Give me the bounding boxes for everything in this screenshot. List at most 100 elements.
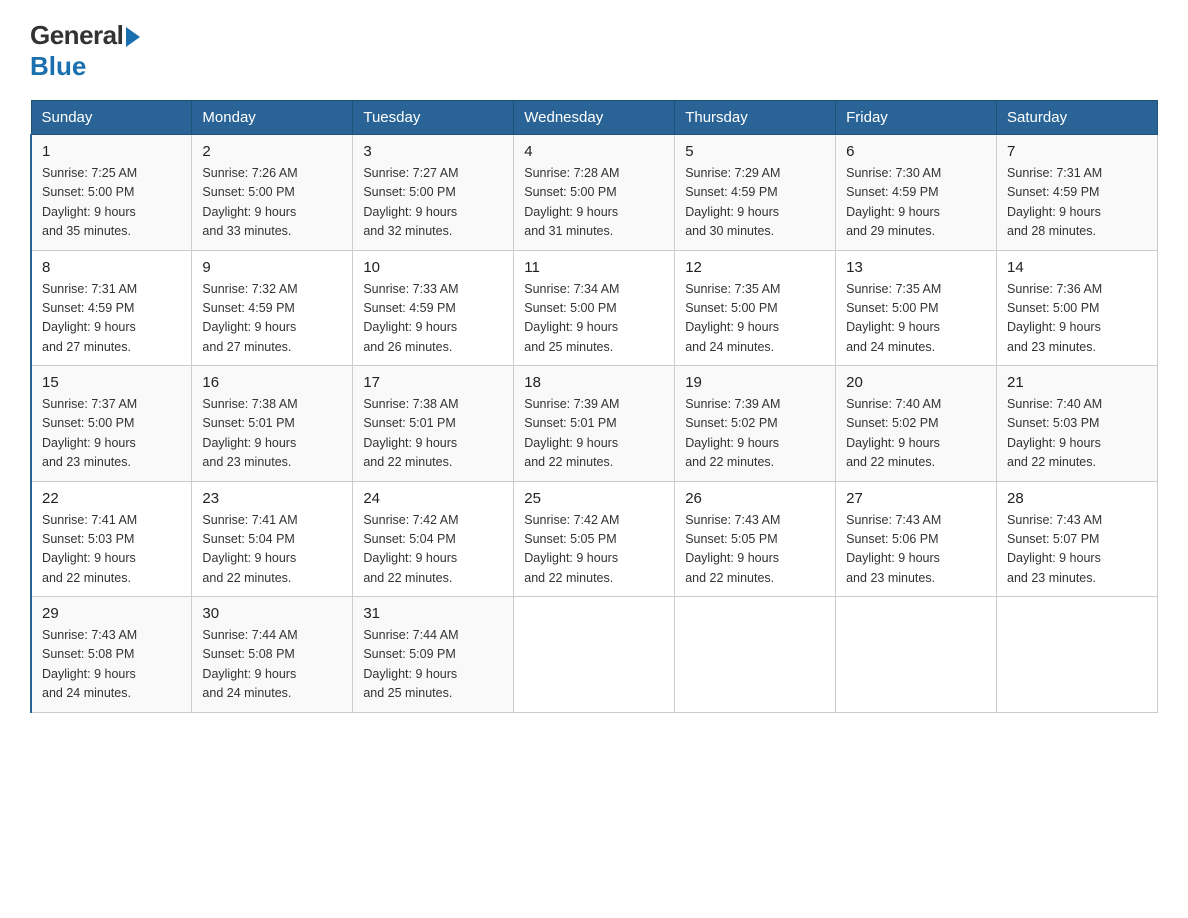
day-number: 29 xyxy=(42,605,181,622)
day-number: 4 xyxy=(524,143,664,160)
calendar-cell xyxy=(514,597,675,713)
calendar-cell: 20Sunrise: 7:40 AMSunset: 5:02 PMDayligh… xyxy=(836,366,997,482)
calendar-cell: 3 Sunrise: 7:27 AMSunset: 5:00 PMDaylight… xyxy=(353,135,514,251)
calendar-cell: 14 Sunrise: 7:36 AMSunset: 5:00 PMDayligh… xyxy=(997,250,1158,366)
day-info: Sunrise: 7:42 AMSunset: 5:05 PMDaylight:… xyxy=(524,511,664,589)
day-info: Sunrise: 7:38 AMSunset: 5:01 PMDaylight:… xyxy=(363,395,503,473)
calendar-cell xyxy=(997,597,1158,713)
day-info: Sunrise: 7:44 AMSunset: 5:09 PMDaylight:… xyxy=(363,626,503,704)
calendar-cell: 16 Sunrise: 7:38 AMSunset: 5:01 PMDayligh… xyxy=(192,366,353,482)
day-number: 19 xyxy=(685,374,825,391)
calendar-cell: 26 Sunrise: 7:43 AMSunset: 5:05 PMDayligh… xyxy=(675,481,836,597)
day-info: Sunrise: 7:31 AMSunset: 4:59 PMDaylight:… xyxy=(1007,164,1147,242)
day-number: 23 xyxy=(202,490,342,507)
day-info: Sunrise: 7:37 AMSunset: 5:00 PMDaylight:… xyxy=(42,395,181,473)
calendar-cell: 27Sunrise: 7:43 AMSunset: 5:06 PMDayligh… xyxy=(836,481,997,597)
calendar-cell: 23 Sunrise: 7:41 AMSunset: 5:04 PMDayligh… xyxy=(192,481,353,597)
calendar-table: SundayMondayTuesdayWednesdayThursdayFrid… xyxy=(30,100,1158,713)
header-saturday: Saturday xyxy=(997,101,1158,135)
week-row-2: 8 Sunrise: 7:31 AMSunset: 4:59 PMDaylight… xyxy=(31,250,1158,366)
day-info: Sunrise: 7:41 AMSunset: 5:03 PMDaylight:… xyxy=(42,511,181,589)
day-info: Sunrise: 7:34 AMSunset: 5:00 PMDaylight:… xyxy=(524,280,664,358)
calendar-cell: 1 Sunrise: 7:25 AMSunset: 5:00 PMDaylight… xyxy=(31,135,192,251)
day-info: Sunrise: 7:41 AMSunset: 5:04 PMDaylight:… xyxy=(202,511,342,589)
day-info: Sunrise: 7:31 AMSunset: 4:59 PMDaylight:… xyxy=(42,280,181,358)
day-info: Sunrise: 7:39 AMSunset: 5:01 PMDaylight:… xyxy=(524,395,664,473)
day-number: 26 xyxy=(685,490,825,507)
day-info: Sunrise: 7:42 AMSunset: 5:04 PMDaylight:… xyxy=(363,511,503,589)
day-info: Sunrise: 7:26 AMSunset: 5:00 PMDaylight:… xyxy=(202,164,342,242)
logo-arrow-icon xyxy=(126,27,140,47)
calendar-cell: 17Sunrise: 7:38 AMSunset: 5:01 PMDayligh… xyxy=(353,366,514,482)
day-info: Sunrise: 7:33 AMSunset: 4:59 PMDaylight:… xyxy=(363,280,503,358)
calendar-cell: 29Sunrise: 7:43 AMSunset: 5:08 PMDayligh… xyxy=(31,597,192,713)
logo-general-text: General xyxy=(30,20,123,51)
day-number: 6 xyxy=(846,143,986,160)
day-info: Sunrise: 7:39 AMSunset: 5:02 PMDaylight:… xyxy=(685,395,825,473)
day-number: 21 xyxy=(1007,374,1147,391)
calendar-cell: 9Sunrise: 7:32 AMSunset: 4:59 PMDaylight… xyxy=(192,250,353,366)
day-number: 16 xyxy=(202,374,342,391)
week-row-3: 15 Sunrise: 7:37 AMSunset: 5:00 PMDayligh… xyxy=(31,366,1158,482)
day-number: 5 xyxy=(685,143,825,160)
calendar-cell: 22Sunrise: 7:41 AMSunset: 5:03 PMDayligh… xyxy=(31,481,192,597)
week-row-5: 29Sunrise: 7:43 AMSunset: 5:08 PMDayligh… xyxy=(31,597,1158,713)
day-number: 28 xyxy=(1007,490,1147,507)
week-row-4: 22Sunrise: 7:41 AMSunset: 5:03 PMDayligh… xyxy=(31,481,1158,597)
day-info: Sunrise: 7:30 AMSunset: 4:59 PMDaylight:… xyxy=(846,164,986,242)
calendar-cell: 7 Sunrise: 7:31 AMSunset: 4:59 PMDaylight… xyxy=(997,135,1158,251)
calendar-cell: 24Sunrise: 7:42 AMSunset: 5:04 PMDayligh… xyxy=(353,481,514,597)
calendar-cell: 30 Sunrise: 7:44 AMSunset: 5:08 PMDayligh… xyxy=(192,597,353,713)
day-number: 10 xyxy=(363,259,503,276)
calendar-cell: 31 Sunrise: 7:44 AMSunset: 5:09 PMDayligh… xyxy=(353,597,514,713)
day-info: Sunrise: 7:27 AMSunset: 5:00 PMDaylight:… xyxy=(363,164,503,242)
calendar-cell: 15 Sunrise: 7:37 AMSunset: 5:00 PMDayligh… xyxy=(31,366,192,482)
day-number: 25 xyxy=(524,490,664,507)
day-number: 13 xyxy=(846,259,986,276)
day-number: 18 xyxy=(524,374,664,391)
page-header: General Blue xyxy=(30,20,1158,82)
calendar-cell: 4 Sunrise: 7:28 AMSunset: 5:00 PMDaylight… xyxy=(514,135,675,251)
day-info: Sunrise: 7:25 AMSunset: 5:00 PMDaylight:… xyxy=(42,164,181,242)
day-info: Sunrise: 7:29 AMSunset: 4:59 PMDaylight:… xyxy=(685,164,825,242)
header-tuesday: Tuesday xyxy=(353,101,514,135)
day-number: 30 xyxy=(202,605,342,622)
calendar-cell: 10 Sunrise: 7:33 AMSunset: 4:59 PMDayligh… xyxy=(353,250,514,366)
calendar-cell: 28 Sunrise: 7:43 AMSunset: 5:07 PMDayligh… xyxy=(997,481,1158,597)
day-info: Sunrise: 7:36 AMSunset: 5:00 PMDaylight:… xyxy=(1007,280,1147,358)
day-info: Sunrise: 7:40 AMSunset: 5:03 PMDaylight:… xyxy=(1007,395,1147,473)
day-info: Sunrise: 7:44 AMSunset: 5:08 PMDaylight:… xyxy=(202,626,342,704)
calendar-cell: 13Sunrise: 7:35 AMSunset: 5:00 PMDayligh… xyxy=(836,250,997,366)
day-number: 8 xyxy=(42,259,181,276)
day-number: 9 xyxy=(202,259,342,276)
header-row: SundayMondayTuesdayWednesdayThursdayFrid… xyxy=(31,101,1158,135)
day-number: 15 xyxy=(42,374,181,391)
calendar-cell: 18 Sunrise: 7:39 AMSunset: 5:01 PMDayligh… xyxy=(514,366,675,482)
calendar-cell: 19 Sunrise: 7:39 AMSunset: 5:02 PMDayligh… xyxy=(675,366,836,482)
day-number: 20 xyxy=(846,374,986,391)
week-row-1: 1 Sunrise: 7:25 AMSunset: 5:00 PMDaylight… xyxy=(31,135,1158,251)
day-info: Sunrise: 7:28 AMSunset: 5:00 PMDaylight:… xyxy=(524,164,664,242)
calendar-header: SundayMondayTuesdayWednesdayThursdayFrid… xyxy=(31,101,1158,135)
header-thursday: Thursday xyxy=(675,101,836,135)
day-number: 31 xyxy=(363,605,503,622)
calendar-cell: 5 Sunrise: 7:29 AMSunset: 4:59 PMDaylight… xyxy=(675,135,836,251)
day-info: Sunrise: 7:43 AMSunset: 5:07 PMDaylight:… xyxy=(1007,511,1147,589)
calendar-cell: 11 Sunrise: 7:34 AMSunset: 5:00 PMDayligh… xyxy=(514,250,675,366)
logo-blue-text: Blue xyxy=(30,51,86,82)
header-wednesday: Wednesday xyxy=(514,101,675,135)
day-number: 27 xyxy=(846,490,986,507)
day-number: 1 xyxy=(42,143,181,160)
calendar-cell: 2Sunrise: 7:26 AMSunset: 5:00 PMDaylight… xyxy=(192,135,353,251)
calendar-cell: 8 Sunrise: 7:31 AMSunset: 4:59 PMDaylight… xyxy=(31,250,192,366)
day-info: Sunrise: 7:38 AMSunset: 5:01 PMDaylight:… xyxy=(202,395,342,473)
header-monday: Monday xyxy=(192,101,353,135)
day-number: 14 xyxy=(1007,259,1147,276)
header-friday: Friday xyxy=(836,101,997,135)
day-info: Sunrise: 7:43 AMSunset: 5:05 PMDaylight:… xyxy=(685,511,825,589)
calendar-cell xyxy=(836,597,997,713)
calendar-cell: 21 Sunrise: 7:40 AMSunset: 5:03 PMDayligh… xyxy=(997,366,1158,482)
day-number: 3 xyxy=(363,143,503,160)
day-number: 7 xyxy=(1007,143,1147,160)
day-number: 11 xyxy=(524,259,664,276)
